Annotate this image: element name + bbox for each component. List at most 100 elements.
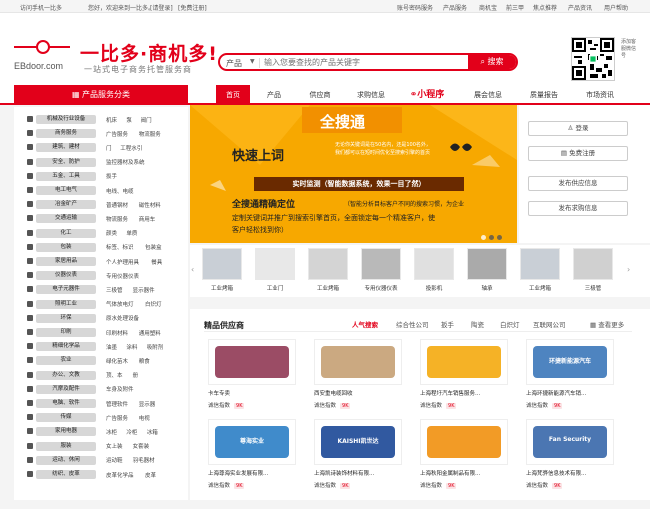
- category-row[interactable]: 环保 原水处理设备: [14, 312, 188, 325]
- product-image[interactable]: [255, 248, 295, 280]
- supplier-logo[interactable]: [420, 419, 508, 465]
- subcategory-link[interactable]: 工程水引: [120, 144, 142, 152]
- supplier-logo[interactable]: [420, 339, 508, 385]
- login-link[interactable]: [请登录]: [150, 3, 173, 12]
- product-name[interactable]: 工业门: [255, 284, 295, 292]
- promo-banner[interactable]: 全搜通 无论你关键词是在50名内，还是100名外， 我们都可以在短时间优化至搜索…: [190, 105, 517, 243]
- category-row[interactable]: 机械及行业设备 机床 泵 阀门: [14, 113, 188, 126]
- subcategory-link[interactable]: 阀门: [141, 116, 152, 124]
- subcategory-link[interactable]: 油墨: [106, 343, 117, 351]
- nav-products[interactable]: 产品: [254, 85, 294, 105]
- product-image[interactable]: [202, 248, 242, 280]
- category-row[interactable]: 电工电气 电线、电缆: [14, 184, 188, 197]
- category-label[interactable]: 家居用品: [36, 257, 96, 266]
- supplier-card[interactable]: 上海程圩汽车销售服务... 诚信指数 9K: [420, 339, 508, 429]
- search-button[interactable]: ⌕ 搜索: [468, 55, 516, 69]
- category-row[interactable]: 化工 颜类 单质: [14, 227, 188, 240]
- product-image[interactable]: [467, 248, 507, 280]
- subcategory-link[interactable]: 三极管: [106, 286, 123, 294]
- chevron-right-icon[interactable]: ›: [627, 265, 630, 274]
- product-card[interactable]: 工业烤箱: [520, 248, 560, 296]
- subcategory-link[interactable]: 显示器件: [133, 286, 155, 294]
- subcategory-link[interactable]: 磁性材料: [139, 201, 161, 209]
- supplier-card[interactable]: 环捷新能源汽车 上海环捷新能源汽车销... 诚信指数 9K: [526, 339, 614, 429]
- subcategory-link[interactable]: 个人护理用具: [106, 258, 139, 266]
- chevron-left-icon[interactable]: ‹: [191, 265, 194, 274]
- nav-buying[interactable]: 求购信息: [349, 85, 393, 105]
- subcategory-link[interactable]: 涂料: [126, 343, 137, 351]
- top-link-top3[interactable]: 前三甲: [506, 3, 524, 12]
- supplier-logo[interactable]: 环捷新能源汽车: [526, 339, 614, 385]
- subcategory-link[interactable]: 监控器材及系统: [106, 158, 145, 166]
- subcategory-link[interactable]: 普通钢材: [106, 201, 128, 209]
- category-label[interactable]: 精细化学品: [36, 342, 96, 352]
- category-label[interactable]: 办公、文教: [36, 370, 96, 380]
- category-label[interactable]: 商务服务: [36, 129, 96, 139]
- product-card[interactable]: 工业门: [255, 248, 295, 296]
- category-label[interactable]: 印刷: [36, 328, 96, 337]
- category-row[interactable]: 安全、防护 监控器材及系统: [14, 156, 188, 169]
- category-row[interactable]: 家居用品 个人护理用具 餐具: [14, 255, 188, 268]
- subcategory-link[interactable]: 白炽灯: [145, 300, 162, 308]
- mobile-link[interactable]: 访问手机一比多: [20, 3, 62, 12]
- category-label[interactable]: 环保: [36, 313, 96, 323]
- category-label[interactable]: 服装: [36, 441, 96, 451]
- category-label[interactable]: 纺织、皮革: [36, 470, 96, 479]
- category-header[interactable]: ▦ 产品服务分类: [14, 85, 188, 105]
- category-label[interactable]: 安全、防护: [36, 157, 96, 167]
- tab-internet[interactable]: 互联网公司: [533, 319, 566, 329]
- search-category-select[interactable]: 产品: [226, 58, 242, 69]
- subcategory-link[interactable]: 标签、标识: [106, 243, 134, 251]
- supplier-name[interactable]: 上海环捷新能源汽车销...: [526, 389, 614, 397]
- subcategory-link[interactable]: 专用仪器仪表: [106, 272, 139, 280]
- subcategory-link[interactable]: 电线、电缆: [106, 187, 134, 195]
- tab-wrench[interactable]: 扳手: [441, 319, 454, 329]
- category-row[interactable]: 仪器仪表 专用仪器仪表: [14, 269, 188, 282]
- subcategory-link[interactable]: 羽毛器材: [133, 456, 155, 464]
- supplier-card[interactable]: 尊海实业 上海尊海实业发展有限... 诚信指数 9K: [208, 419, 296, 509]
- subcategory-link[interactable]: 顶、本: [106, 371, 123, 379]
- category-row[interactable]: 电脑、软件 管理软件 显示器: [14, 397, 188, 410]
- subcategory-link[interactable]: 粮食: [139, 357, 150, 365]
- category-row[interactable]: 传媒 广告服务 电视: [14, 411, 188, 424]
- product-name[interactable]: 轴承: [467, 284, 507, 292]
- product-image[interactable]: [573, 248, 613, 280]
- carousel-dot-3[interactable]: [497, 235, 502, 240]
- post-supply-button[interactable]: 发布供应信息: [528, 176, 628, 191]
- nav-exhibitions[interactable]: 展会信息: [468, 85, 508, 105]
- category-row[interactable]: 照明工业 气体放电灯 白炽灯: [14, 298, 188, 311]
- product-card[interactable]: 工业烤箱: [202, 248, 242, 296]
- product-name[interactable]: 投影机: [414, 284, 454, 292]
- subcategory-link[interactable]: 气体放电灯: [106, 300, 134, 308]
- category-row[interactable]: 精细化学品 油墨 涂料 吸附剂: [14, 340, 188, 353]
- category-row[interactable]: 家用电器 冰柜 冷柜 冰箱: [14, 425, 188, 438]
- product-image[interactable]: [414, 248, 454, 280]
- subcategory-link[interactable]: 绿化苗木: [106, 357, 128, 365]
- category-row[interactable]: 印刷 印刷材料 通用塑料: [14, 326, 188, 339]
- subcategory-link[interactable]: 原水处理设备: [106, 314, 139, 322]
- supplier-card[interactable]: 西安重电缆回收 诚信指数 9K: [314, 339, 402, 429]
- supplier-card[interactable]: 上海秋阳金属制品有限... 诚信指数 9K: [420, 419, 508, 509]
- product-name[interactable]: 三极管: [573, 284, 613, 292]
- supplier-logo[interactable]: [314, 339, 402, 385]
- category-row[interactable]: 服装 女上装 女套装: [14, 440, 188, 453]
- top-link-shangjibao[interactable]: 商机宝: [479, 3, 497, 12]
- subcategory-link[interactable]: 泵: [126, 116, 132, 124]
- register-link[interactable]: [免费注册]: [178, 3, 207, 12]
- product-name[interactable]: 工业烤箱: [202, 284, 242, 292]
- supplier-name[interactable]: 上海秋阳金属制品有限...: [420, 469, 508, 477]
- tab-general[interactable]: 综合性公司: [396, 319, 429, 329]
- top-link-service[interactable]: 产品服务: [443, 3, 467, 12]
- category-row[interactable]: 纺织、皮革 皮革化学品 皮革: [14, 468, 188, 481]
- tab-popular[interactable]: 人气搜索: [352, 319, 378, 329]
- category-label[interactable]: 建筑、建材: [36, 143, 96, 153]
- category-label[interactable]: 电工电气: [36, 186, 96, 195]
- carousel-dot-2[interactable]: [489, 235, 494, 240]
- nav-suppliers[interactable]: 供应商: [300, 85, 340, 105]
- subcategory-link[interactable]: 运动鞋: [106, 456, 123, 464]
- product-card[interactable]: 工业烤箱: [308, 248, 348, 296]
- supplier-card[interactable]: KAISHI凯世达 上海凯诗装饰材料有限... 诚信指数 9K: [314, 419, 402, 509]
- supplier-name[interactable]: 上海凯诗装饰材料有限...: [314, 469, 402, 477]
- category-label[interactable]: 农业: [36, 356, 96, 366]
- category-row[interactable]: 交通运输 物流服务 商用车: [14, 212, 188, 225]
